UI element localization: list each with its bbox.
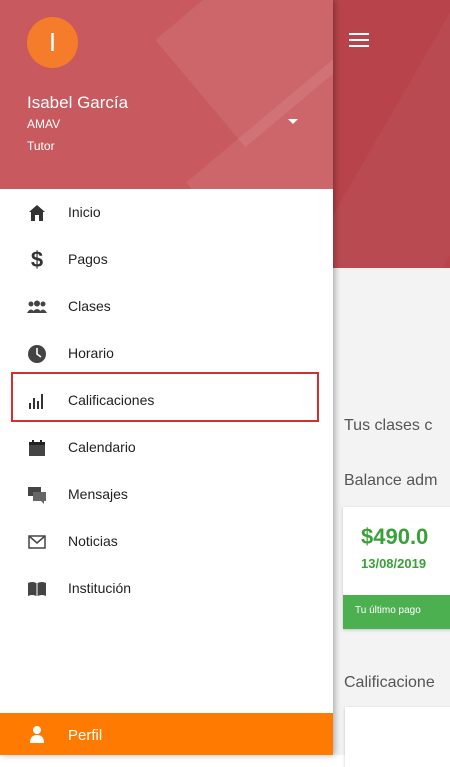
mail-icon xyxy=(26,531,48,553)
menu-item-institucion[interactable]: Institución xyxy=(0,565,333,612)
calendar-icon xyxy=(26,437,48,459)
menu-item-inicio[interactable]: Inicio xyxy=(0,189,333,236)
menu-item-label: Noticias xyxy=(68,533,118,549)
chevron-down-icon[interactable] xyxy=(288,119,298,124)
user-organization: AMAV xyxy=(27,117,61,131)
menu-item-horario[interactable]: Horario xyxy=(0,330,333,377)
home-icon xyxy=(26,202,48,224)
selection-highlight xyxy=(11,372,319,422)
menu-item-label: Pagos xyxy=(68,251,108,267)
menu-item-label: Inicio xyxy=(68,204,101,220)
menu-item-perfil[interactable]: Perfil xyxy=(0,713,333,755)
balance-date: 13/08/2019 xyxy=(361,556,427,571)
menu-item-label: Calendario xyxy=(68,439,136,455)
grades-heading: Calificacione xyxy=(344,674,435,691)
menu-item-clases[interactable]: Clases xyxy=(0,283,333,330)
dollar-icon: $ xyxy=(30,247,44,272)
navigation-drawer: I Isabel García AMAV Tutor Inicio $ Pago… xyxy=(0,0,333,755)
menu-item-label: Horario xyxy=(68,345,114,361)
classes-heading: Tus clases c xyxy=(344,417,433,434)
menu-item-label: Mensajes xyxy=(68,486,128,502)
balance-card[interactable]: $490.0 13/08/2019 Tu último pago xyxy=(343,507,450,629)
user-role: Tutor xyxy=(27,139,55,153)
last-payment-label: Tu último pago xyxy=(355,605,421,616)
clock-icon xyxy=(26,343,48,365)
book-icon xyxy=(26,578,48,600)
balance-amount: $490.0 xyxy=(361,524,429,549)
chat-icon xyxy=(26,484,48,506)
menu-item-calendario[interactable]: Calendario xyxy=(0,424,333,471)
last-payment-bar: Tu último pago xyxy=(343,595,450,629)
group-icon xyxy=(26,296,48,318)
menu-item-noticias[interactable]: Noticias xyxy=(0,518,333,565)
user-icon xyxy=(26,723,48,745)
menu-item-label: Clases xyxy=(68,298,111,314)
avatar[interactable]: I xyxy=(27,17,78,68)
menu-item-label: Perfil xyxy=(68,727,103,744)
menu-item-mensajes[interactable]: Mensajes xyxy=(0,471,333,518)
menu-item-label: Institución xyxy=(68,580,132,596)
menu-item-pagos[interactable]: $ Pagos xyxy=(0,236,333,283)
balance-heading: Balance adm xyxy=(344,472,438,489)
menu-icon[interactable] xyxy=(349,33,369,47)
grades-card[interactable] xyxy=(345,707,450,767)
user-name: Isabel García xyxy=(27,93,129,112)
drawer-header: I Isabel García AMAV Tutor xyxy=(0,0,333,189)
